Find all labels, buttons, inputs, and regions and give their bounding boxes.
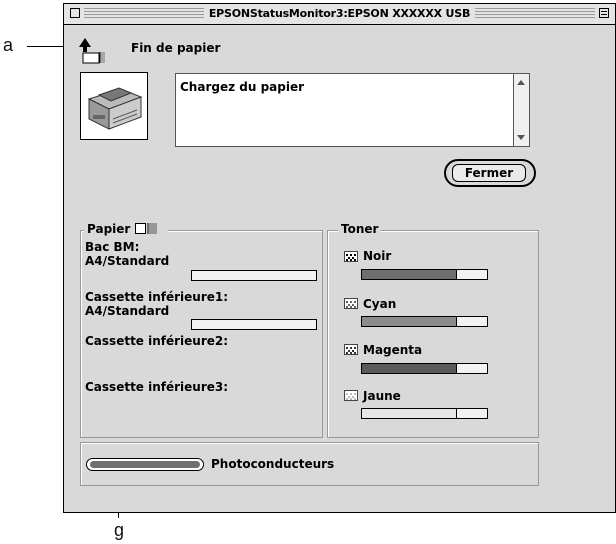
toner-group (327, 230, 539, 438)
toner-cartridge-icon (344, 251, 358, 262)
toner-black-label: Noir (363, 249, 392, 263)
status-title: Fin de papier (131, 41, 221, 55)
toner-cartridge-icon (344, 390, 358, 401)
toner-group-label: Toner (338, 222, 382, 236)
scroll-up-icon[interactable] (517, 80, 525, 85)
photoconductor-label: Photoconducteurs (211, 457, 335, 471)
toner-cyan-label: Cyan (363, 297, 397, 311)
toner-cartridge-icon (344, 298, 358, 309)
printer-icon (80, 72, 148, 140)
paper-source-2-name: Cassette inférieure1: (85, 290, 229, 304)
status-message-box[interactable]: Chargez du papier (175, 73, 530, 147)
toner-yellow-label: Jaune (363, 389, 401, 403)
paper-group-label: Papier (87, 222, 131, 236)
paper-source-4-name: Cassette inférieure3: (85, 380, 229, 394)
photoconductor-level-bar (86, 458, 204, 471)
toner-yellow-level-bar (361, 408, 488, 419)
callout-g: g (114, 520, 125, 540)
toner-magenta-label: Magenta (363, 343, 423, 357)
paper-source-1-size: A4/Standard (85, 254, 170, 268)
paper-empty-icon (79, 38, 105, 64)
toner-magenta-level-bar (361, 363, 488, 374)
paper-source-1-name: Bac BM: (85, 240, 140, 254)
paper-source-2-size: A4/Standard (85, 304, 170, 318)
paper-source-2-level-bar (191, 319, 317, 330)
close-button[interactable]: Fermer (452, 164, 526, 182)
paper-source-1-level-bar (191, 270, 317, 281)
scroll-down-icon[interactable] (517, 135, 525, 140)
window-title: EPSONStatusMonitor3:EPSON XXXXXX USB (203, 7, 476, 20)
collapse-box[interactable] (599, 8, 609, 18)
message-scrollbar[interactable] (513, 74, 529, 146)
close-button-outline: Fermer (444, 159, 536, 187)
paper-tray-icon (134, 223, 157, 234)
callout-a: a (3, 35, 14, 55)
status-monitor-window: EPSONStatusMonitor3:EPSON XXXXXX USB Fin… (63, 3, 616, 513)
toner-cartridge-icon (344, 344, 358, 355)
title-bar[interactable]: EPSONStatusMonitor3:EPSON XXXXXX USB (64, 4, 615, 25)
toner-black-level-bar (361, 269, 488, 280)
toner-cyan-level-bar (361, 316, 488, 327)
paper-source-3-name: Cassette inférieure2: (85, 334, 229, 348)
status-message: Chargez du papier (180, 80, 305, 94)
